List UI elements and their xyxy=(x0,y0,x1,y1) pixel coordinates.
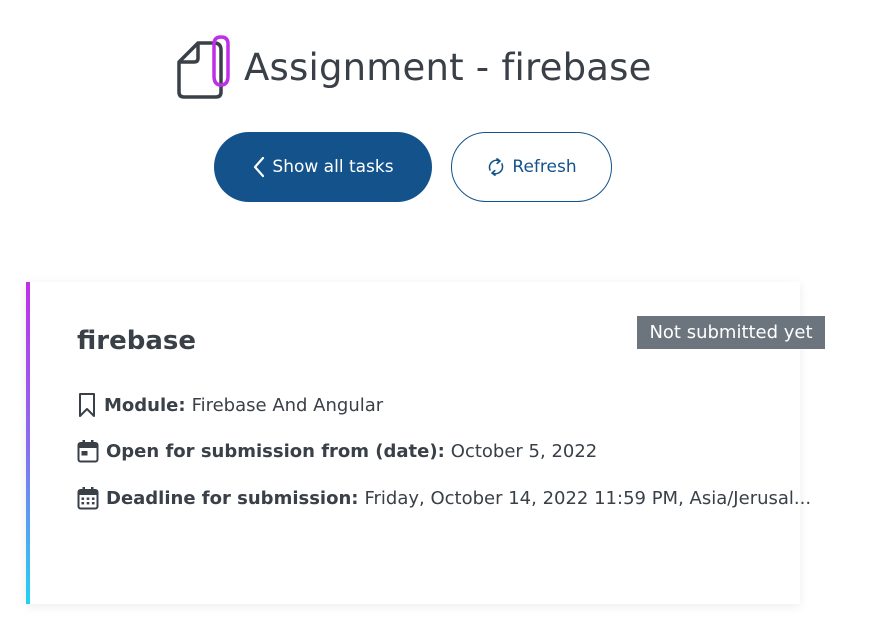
calendar-grid-icon xyxy=(77,487,99,510)
show-all-tasks-label: Show all tasks xyxy=(272,157,394,177)
page-header: Assignment - firebase xyxy=(176,34,652,100)
module-row: Module: Firebase And Angular xyxy=(77,392,383,418)
deadline-label: Deadline for submission: xyxy=(106,487,359,509)
calendar-icon xyxy=(77,440,99,463)
module-value: Firebase And Angular xyxy=(191,394,384,416)
bookmark-icon xyxy=(79,393,95,417)
card-accent-bar xyxy=(26,282,30,604)
assignment-paperclip-icon xyxy=(177,35,230,99)
show-all-tasks-button[interactable]: Show all tasks xyxy=(214,132,432,202)
task-card: firebase Not submitted yet Module: Fireb… xyxy=(26,282,825,604)
open-date-value: October 5, 2022 xyxy=(450,440,598,462)
task-title[interactable]: firebase xyxy=(77,326,196,356)
open-date-row: Open for submission from (date): October… xyxy=(77,439,597,463)
page-title: Assignment - firebase xyxy=(244,45,652,89)
status-badge: Not submitted yet xyxy=(637,316,825,349)
deadline-row: Deadline for submission: Friday, October… xyxy=(77,486,811,510)
deadline-value: Friday, October 14, 2022 11:59 PM, Asia/… xyxy=(364,487,812,509)
module-label: Module: xyxy=(104,394,186,416)
open-date-label: Open for submission from (date): xyxy=(106,440,445,462)
chevron-left-icon xyxy=(254,156,265,178)
refresh-label: Refresh xyxy=(512,157,577,177)
refresh-button[interactable]: Refresh xyxy=(451,132,612,202)
refresh-icon xyxy=(489,158,504,176)
